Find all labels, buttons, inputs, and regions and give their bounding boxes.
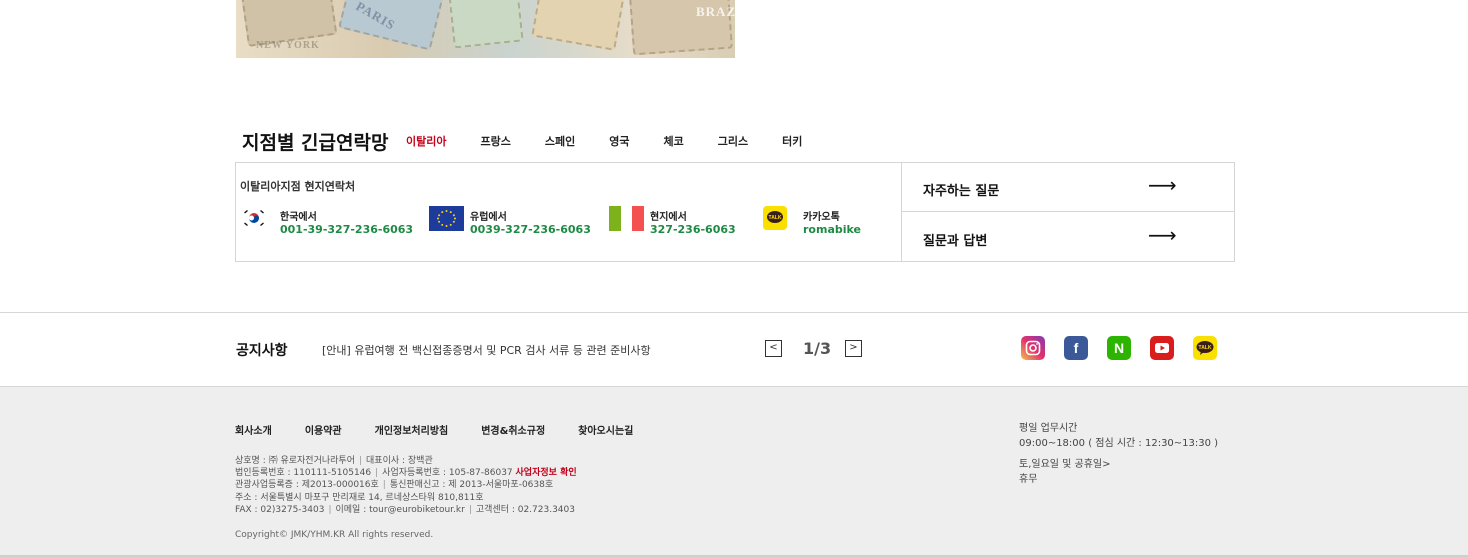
footer-link-company[interactable]: 회사소개 <box>235 422 272 437</box>
local-contacts-subtitle: 이탈리아지점 현지연락처 <box>240 180 356 193</box>
arrow-right-icon: ⟶ <box>1148 173 1177 197</box>
notice-prev-button[interactable]: < <box>765 340 782 357</box>
weekend-hours-title: 토,일요일 및 공휴일> <box>1019 459 1111 470</box>
svg-text:TALK: TALK <box>769 215 782 221</box>
company-info: 상호명 : ㈜ 유로자전거나라투어 | 대표이사 : 장백관 법인등록번호 : 11… <box>235 455 577 516</box>
separator: | <box>375 468 379 479</box>
footer-link-refund[interactable]: 변경&취소규정 <box>481 422 545 437</box>
ceo-name: 대표이사 : 장백관 <box>366 456 433 466</box>
business-hours: 평일 업무시간 09:00~18:00 ( 점심 시간 : 12:30~13:3… <box>1019 421 1218 487</box>
youtube-icon[interactable] <box>1150 336 1174 360</box>
weekend-hours: 휴무 <box>1019 474 1038 485</box>
contact-number[interactable]: 0039-327-236-6063 <box>470 223 591 236</box>
info-line: FAX : 02)3275-3403 | 이메일 : tour@eurobiketo… <box>235 504 577 516</box>
info-line: 법인등록번호 : 110111-5105146 | 사업자등록번호 : 105-87… <box>235 467 577 479</box>
footer-menu: 회사소개 이용약관 개인정보처리방침 변경&취소규정 찾아오시는길 <box>235 422 666 437</box>
kakaotalk-icon[interactable]: TALK <box>1193 336 1217 360</box>
notice-page-indicator: 1/3 <box>803 339 832 358</box>
site-footer: 회사소개 이용약관 개인정보처리방침 변경&취소규정 찾아오시는길 상호명 : … <box>0 387 1468 557</box>
faq-link-label: 자주하는 질문 <box>923 184 1000 199</box>
eu-flag-icon <box>429 206 464 231</box>
contact-number[interactable]: 327-236-6063 <box>650 223 736 236</box>
info-line: 상호명 : ㈜ 유로자전거나라투어 | 대표이사 : 장백관 <box>235 455 577 467</box>
instagram-glyph <box>1025 340 1041 356</box>
stamp-shape <box>448 0 524 49</box>
separator: | <box>468 504 472 515</box>
local-contacts-panel: 이탈리아지점 현지연락처 한국에서 001-39-327-236-6063 유럽… <box>236 163 901 261</box>
tab-spain[interactable]: 스페인 <box>545 133 575 149</box>
qna-link-label: 질문과 답변 <box>923 234 988 249</box>
banner-word-brazil: BRAZIL <box>696 4 735 19</box>
separator: | <box>328 504 332 515</box>
stamp-shape <box>531 0 626 51</box>
business-info-check-link[interactable]: 사업자정보 확인 <box>516 468 577 478</box>
banner-word-newyork: NEW YORK <box>256 40 320 51</box>
travel-stamps-banner-image: PARIS BRAZIL NEW YORK <box>236 0 735 58</box>
tab-turkey[interactable]: 터키 <box>782 133 802 149</box>
country-tabs: 이탈리아 프랑스 스페인 영국 체코 그리스 터키 <box>406 133 836 149</box>
contact-number[interactable]: 001-39-327-236-6063 <box>280 223 413 236</box>
contact-label: 유럽에서 <box>470 212 507 223</box>
tab-uk[interactable]: 영국 <box>609 133 629 149</box>
instagram-icon[interactable] <box>1021 336 1045 360</box>
separator: | <box>358 456 363 466</box>
qna-link[interactable]: 질문과 답변 ⟶ <box>902 213 1235 262</box>
weekday-hours-title: 평일 업무시간 <box>1019 423 1078 434</box>
weekday-hours: 09:00~18:00 ( 점심 시간 : 12:30~13:30 ) <box>1019 438 1219 449</box>
notice-next-button[interactable]: > <box>845 340 862 357</box>
tourism-reg-number: 관광사업등록증 : 제2013-000016호 <box>235 480 379 491</box>
emergency-contact-box: 이탈리아지점 현지연락처 한국에서 001-39-327-236-6063 유럽… <box>235 162 1235 262</box>
contact-kakao-id[interactable]: romabike <box>803 223 861 236</box>
notice-bar: 공지사항 [안내] 유럽여행 전 백신접종증명서 및 PCR 검사 서류 등 관… <box>0 312 1468 387</box>
footer-link-privacy[interactable]: 개인정보처리방침 <box>375 422 449 437</box>
tab-france[interactable]: 프랑스 <box>480 133 510 149</box>
kakaotalk-icon: TALK <box>763 206 787 230</box>
footer-link-directions[interactable]: 찾아오시는길 <box>578 422 633 437</box>
tab-italy[interactable]: 이탈리아 <box>406 133 446 149</box>
contact-label: 현지에서 <box>650 212 687 223</box>
ecommerce-reg-number: 통신판매신고 : 제 2013-서울마포-0638호 <box>389 480 554 491</box>
italy-flag-icon <box>609 206 644 231</box>
email-address: 이메일 : tour@eurobiketour.kr <box>335 504 465 515</box>
youtube-glyph <box>1155 343 1169 353</box>
tab-czech[interactable]: 체코 <box>663 133 683 149</box>
separator: | <box>382 480 386 491</box>
info-line: 주소 : 서울특별시 마포구 만리재로 14, 르네상스타워 810,811호 <box>235 492 577 504</box>
info-line: 관광사업등록증 : 제2013-000016호 | 통신판매신고 : 제 2013-… <box>235 479 577 491</box>
faq-link[interactable]: 자주하는 질문 ⟶ <box>902 163 1235 212</box>
emergency-contacts-title: 지점별 긴급연락망 <box>242 132 389 154</box>
korea-flag-icon <box>243 207 265 229</box>
faq-links-panel: 자주하는 질문 ⟶ 질문과 답변 ⟶ <box>901 163 1235 262</box>
notice-headline-link[interactable]: [안내] 유럽여행 전 백신접종증명서 및 PCR 검사 서류 등 관련 준비사… <box>322 342 651 358</box>
company-address: 주소 : 서울특별시 마포구 만리재로 14, 르네상스타워 810,811호 <box>235 492 484 503</box>
footer-link-terms[interactable]: 이용약관 <box>305 422 342 437</box>
svg-text:TALK: TALK <box>1199 345 1212 351</box>
page: PARIS BRAZIL NEW YORK 지점별 긴급연락망 이탈리아 프랑스… <box>0 0 1468 557</box>
copyright: Copyright© JMK/YHM.KR All rights reserve… <box>235 530 434 540</box>
naver-icon[interactable]: N <box>1107 336 1131 360</box>
corp-reg-number: 법인등록번호 : 110111-5105146 <box>235 468 372 479</box>
arrow-right-icon: ⟶ <box>1148 223 1177 247</box>
customer-center-phone: 고객센터 : 02.723.3403 <box>475 504 575 515</box>
business-reg-number: 사업자등록번호 : 105-87-86037 <box>382 468 513 479</box>
facebook-icon[interactable]: f <box>1064 336 1088 360</box>
contact-label: 한국에서 <box>280 212 317 223</box>
contact-label: 카카오톡 <box>803 212 840 223</box>
company-name: 상호명 : ㈜ 유로자전거나라투어 <box>235 456 355 466</box>
notice-title: 공지사항 <box>236 343 288 359</box>
tab-greece[interactable]: 그리스 <box>718 133 748 149</box>
kakaotalk-glyph: TALK <box>1196 341 1214 355</box>
fax-number: FAX : 02)3275-3403 <box>235 504 325 515</box>
